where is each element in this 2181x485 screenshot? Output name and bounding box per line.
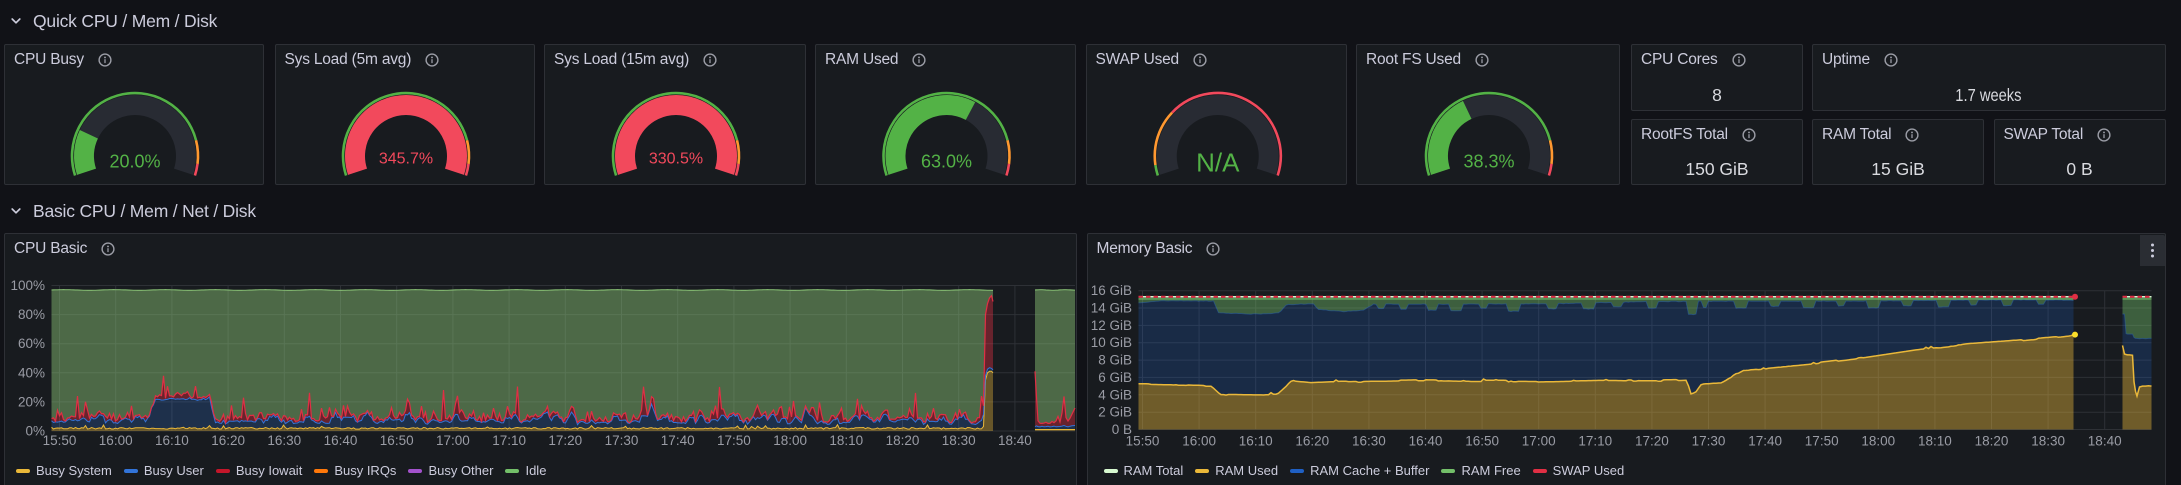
svg-text:17:50: 17:50 bbox=[1804, 434, 1838, 449]
svg-text:17:30: 17:30 bbox=[1691, 434, 1725, 449]
svg-text:18:00: 18:00 bbox=[1861, 434, 1895, 449]
svg-text:100%: 100% bbox=[10, 278, 45, 293]
svg-text:10 GiB: 10 GiB bbox=[1090, 335, 1131, 350]
svg-text:17:40: 17:40 bbox=[1748, 434, 1782, 449]
svg-text:16:30: 16:30 bbox=[267, 433, 301, 448]
svg-text:16:20: 16:20 bbox=[1295, 434, 1329, 449]
svg-text:345.7%: 345.7% bbox=[378, 150, 432, 167]
svg-text:16:50: 16:50 bbox=[380, 433, 414, 448]
svg-text:6 GiB: 6 GiB bbox=[1098, 370, 1132, 385]
svg-text:16:30: 16:30 bbox=[1352, 434, 1386, 449]
svg-text:15:50: 15:50 bbox=[1125, 434, 1159, 449]
svg-text:17:10: 17:10 bbox=[492, 433, 526, 448]
svg-text:18:20: 18:20 bbox=[1974, 434, 2008, 449]
svg-text:38.3%: 38.3% bbox=[1463, 151, 1514, 171]
svg-text:12 GiB: 12 GiB bbox=[1090, 318, 1131, 333]
svg-text:80%: 80% bbox=[18, 307, 45, 322]
svg-text:17:00: 17:00 bbox=[436, 433, 470, 448]
svg-text:17:10: 17:10 bbox=[1578, 434, 1612, 449]
svg-text:17:30: 17:30 bbox=[605, 433, 639, 448]
svg-text:63.0%: 63.0% bbox=[921, 151, 972, 171]
svg-text:18:40: 18:40 bbox=[2087, 434, 2121, 449]
svg-text:18:00: 18:00 bbox=[773, 433, 807, 448]
svg-text:18:20: 18:20 bbox=[886, 433, 920, 448]
svg-text:20.0%: 20.0% bbox=[109, 151, 160, 171]
svg-text:14 GiB: 14 GiB bbox=[1090, 301, 1131, 316]
svg-text:18:40: 18:40 bbox=[998, 433, 1032, 448]
svg-text:17:20: 17:20 bbox=[1635, 434, 1669, 449]
svg-text:4 GiB: 4 GiB bbox=[1098, 387, 1132, 402]
svg-text:16:40: 16:40 bbox=[1408, 434, 1442, 449]
svg-text:16:20: 16:20 bbox=[211, 433, 245, 448]
svg-text:17:40: 17:40 bbox=[661, 433, 695, 448]
svg-text:17:20: 17:20 bbox=[548, 433, 582, 448]
svg-text:20%: 20% bbox=[18, 394, 45, 409]
svg-text:40%: 40% bbox=[18, 365, 45, 380]
svg-text:18:10: 18:10 bbox=[829, 433, 863, 448]
svg-text:17:00: 17:00 bbox=[1521, 434, 1555, 449]
svg-text:16:10: 16:10 bbox=[1238, 434, 1272, 449]
svg-text:16:40: 16:40 bbox=[324, 433, 358, 448]
svg-text:16:50: 16:50 bbox=[1465, 434, 1499, 449]
svg-text:17:50: 17:50 bbox=[717, 433, 751, 448]
svg-text:15:50: 15:50 bbox=[43, 433, 77, 448]
svg-text:330.5%: 330.5% bbox=[649, 150, 703, 167]
svg-text:16:00: 16:00 bbox=[1182, 434, 1216, 449]
svg-text:N/A: N/A bbox=[1196, 147, 1240, 177]
svg-text:16 GiB: 16 GiB bbox=[1090, 283, 1131, 298]
svg-text:16:00: 16:00 bbox=[99, 433, 133, 448]
svg-text:60%: 60% bbox=[18, 336, 45, 351]
svg-text:18:30: 18:30 bbox=[942, 433, 976, 448]
svg-text:2 GiB: 2 GiB bbox=[1098, 405, 1132, 420]
svg-text:18:10: 18:10 bbox=[1918, 434, 1952, 449]
svg-text:8 GiB: 8 GiB bbox=[1098, 353, 1132, 368]
svg-text:18:30: 18:30 bbox=[2031, 434, 2065, 449]
svg-text:16:10: 16:10 bbox=[155, 433, 189, 448]
